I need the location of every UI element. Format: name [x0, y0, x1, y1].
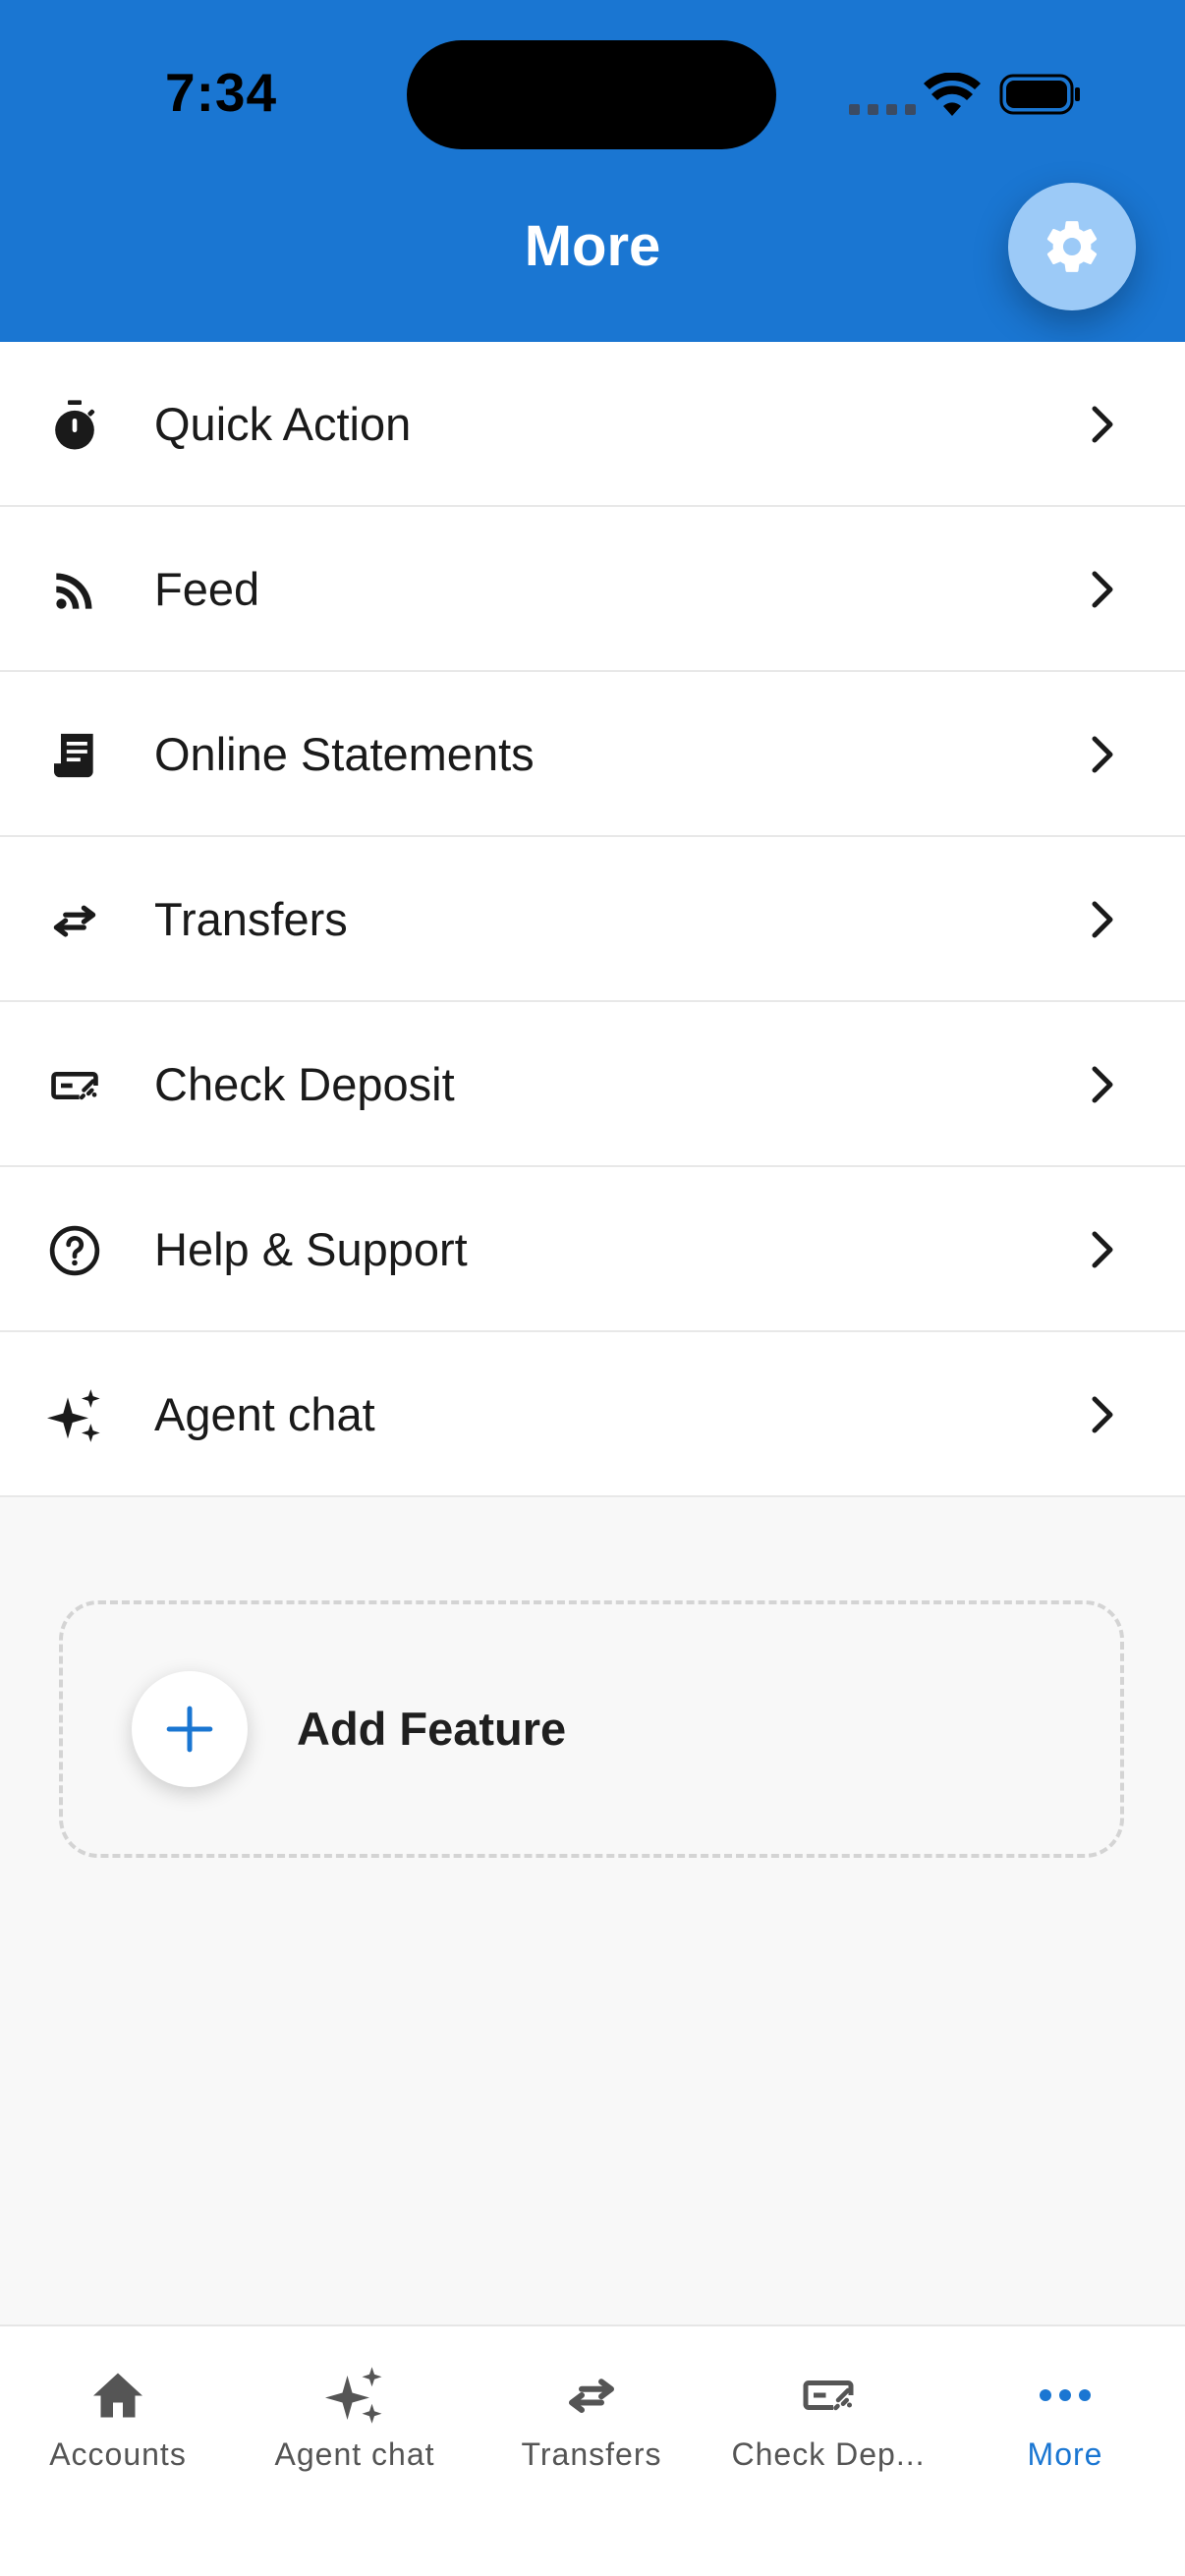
receipt-icon	[47, 728, 102, 783]
menu-item-transfers[interactable]: Transfers	[0, 837, 1185, 1002]
dynamic-island	[407, 40, 776, 149]
chevron-right-icon	[1092, 1066, 1113, 1103]
tab-transfers[interactable]: Transfers	[474, 2326, 709, 2503]
menu-item-agent-chat[interactable]: Agent chat	[0, 1332, 1185, 1497]
menu-item-label: Quick Action	[154, 398, 412, 450]
chevron-right-icon	[1092, 406, 1113, 443]
more-dots-icon	[1036, 2366, 1095, 2425]
transfer-arrows-icon	[562, 2366, 621, 2425]
add-feature-circle	[132, 1671, 248, 1787]
chevron-right-icon	[1092, 571, 1113, 608]
menu-item-label: Check Deposit	[154, 1058, 455, 1110]
tab-label: More	[1027, 2436, 1103, 2472]
gear-icon	[1046, 221, 1098, 272]
check-deposit-icon	[799, 2366, 858, 2425]
bottom-tab-bar: Accounts Agent chat Transfers Check Dep.…	[0, 2324, 1185, 2576]
settings-button[interactable]	[1008, 183, 1136, 310]
tab-accounts[interactable]: Accounts	[0, 2326, 236, 2503]
sparkles-icon	[47, 1388, 102, 1443]
menu-item-check-deposit[interactable]: Check Deposit	[0, 1002, 1185, 1167]
menu-item-label: Online Statements	[154, 728, 535, 780]
tab-label: Transfers	[521, 2436, 662, 2472]
chevron-right-icon	[1092, 901, 1113, 938]
menu-item-feed[interactable]: Feed	[0, 507, 1185, 672]
chevron-right-icon	[1092, 736, 1113, 773]
menu-item-online-statements[interactable]: Online Statements	[0, 672, 1185, 837]
chevron-right-icon	[1092, 1396, 1113, 1433]
status-time: 7:34	[165, 62, 278, 123]
question-circle-icon	[47, 1223, 102, 1278]
top-app-bar: 7:34 More	[0, 0, 1185, 342]
menu-item-help-support[interactable]: Help & Support	[0, 1167, 1185, 1332]
menu-item-label: Transfers	[154, 893, 348, 945]
tab-more[interactable]: More	[947, 2326, 1183, 2503]
menu-item-label: Feed	[154, 563, 260, 615]
stopwatch-icon	[47, 398, 102, 453]
sparkles-icon	[325, 2366, 384, 2425]
add-feature-button[interactable]: Add Feature	[59, 1600, 1124, 1858]
add-feature-label: Add Feature	[297, 1703, 567, 1755]
tab-agent-chat[interactable]: Agent chat	[237, 2326, 473, 2503]
tab-label: Agent chat	[274, 2436, 435, 2472]
wifi-icon	[924, 73, 981, 116]
check-deposit-icon	[47, 1058, 102, 1113]
menu-item-label: Help & Support	[154, 1223, 468, 1275]
cellular-signal-icon	[849, 104, 916, 115]
rss-feed-icon	[47, 563, 102, 618]
transfer-arrows-icon	[47, 893, 102, 948]
chevron-right-icon	[1092, 1231, 1113, 1268]
menu-item-label: Agent chat	[154, 1388, 375, 1440]
tab-label: Check Dep...	[731, 2436, 926, 2472]
tab-check-deposit[interactable]: Check Dep...	[710, 2326, 946, 2503]
plus-icon	[166, 1706, 213, 1753]
menu-list: Quick Action Feed Online Statements Tran…	[0, 342, 1185, 1497]
battery-icon	[999, 74, 1080, 115]
tab-label: Accounts	[49, 2436, 187, 2472]
menu-item-quick-action[interactable]: Quick Action	[0, 342, 1185, 507]
home-icon	[88, 2366, 147, 2425]
